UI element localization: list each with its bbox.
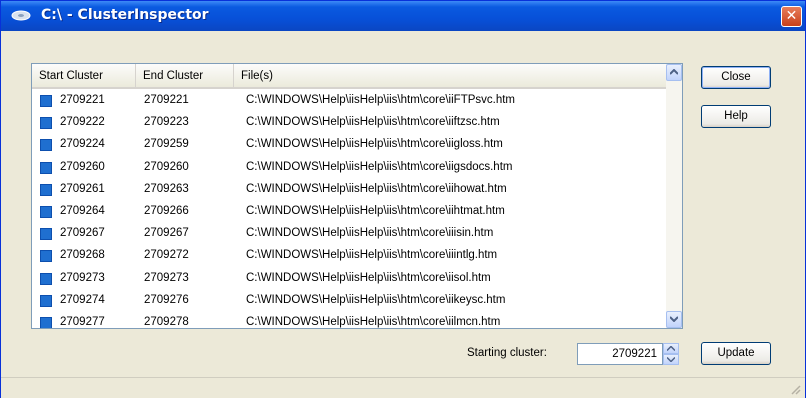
end-cluster-cell: 2709259 [144,138,189,151]
close-button[interactable]: Close [701,66,771,89]
spin-up-button[interactable] [663,343,679,354]
start-cluster-cell: 2709261 [60,182,105,195]
end-cluster-cell: 2709276 [144,293,189,306]
end-cluster-cell: 2709278 [144,316,189,328]
file-path-cell: C:\WINDOWS\Help\iisHelp\iis\htm\core\iiF… [246,94,516,106]
file-path-cell: C:\WINDOWS\Help\iisHelp\iis\htm\core\iih… [246,182,507,195]
column-header-end-cluster[interactable]: End Cluster [136,64,234,87]
scroll-down-arrow-icon [670,316,678,322]
starting-cluster-label: Starting cluster: [467,347,547,359]
status-bar [1,377,805,398]
end-cluster-cell: 2709272 [144,249,189,262]
spin-up-arrow-icon [667,346,675,351]
end-cluster-cell: 2709260 [144,160,189,173]
list-item[interactable]: 2709277 2709278 C:\WINDOWS\Help\iisHelp\ii… [32,313,666,328]
spin-down-arrow-icon [667,357,675,362]
help-button[interactable]: Help [701,105,771,128]
list-item[interactable]: 2709268 2709272 C:\WINDOWS\Help\iisHelp\ii… [32,246,666,266]
start-cluster-cell: 2709268 [60,249,105,262]
cluster-square-icon [40,183,52,196]
column-header-start-cluster[interactable]: Start Cluster [32,64,136,87]
list-item[interactable]: 2709274 2709276 C:\WINDOWS\Help\iisHelp\ii… [32,291,666,311]
start-cluster-cell: 2709221 [60,94,105,106]
list-item[interactable]: 2709224 2709259 C:\WINDOWS\Help\iisHelp\ii… [32,135,666,155]
start-cluster-cell: 2709273 [60,271,105,284]
cluster-square-icon [40,206,52,218]
cluster-list[interactable]: Start Cluster End Cluster File(s) 270922… [31,63,683,329]
start-cluster-cell: 2709267 [60,227,105,240]
close-window-button[interactable]: ✕ [781,6,802,27]
list-item[interactable]: 2709261 2709263 C:\WINDOWS\Help\iisHelp\ii… [32,180,666,200]
scroll-down-button[interactable] [666,311,682,328]
list-item[interactable]: 2709221 2709221 C:\WINDOWS\Help\iisHelp\ii… [32,91,666,111]
cluster-square-icon [40,294,52,307]
file-path-cell: C:\WINDOWS\Help\iisHelp\iis\htm\core\iil… [246,316,501,328]
resize-grip-icon[interactable] [789,383,801,395]
start-cluster-cell: 2709224 [60,138,105,151]
start-cluster-cell: 2709260 [60,160,105,173]
start-cluster-cell: 2709264 [60,205,105,217]
cluster-square-icon [40,317,52,328]
close-button-label: Close [721,71,751,83]
cluster-square-icon [40,250,52,263]
cluster-square-icon [40,161,52,174]
cluster-square-icon [40,272,52,285]
starting-cluster-input[interactable]: 2709221 [577,343,663,365]
file-path-cell: C:\WINDOWS\Help\iisHelp\iis\htm\core\iig… [246,160,513,173]
file-path-cell: C:\WINDOWS\Help\iisHelp\iis\htm\core\iik… [246,293,506,306]
start-cluster-cell: 2709277 [60,316,105,328]
start-cluster-cell: 2709274 [60,293,105,306]
end-cluster-cell: 2709273 [144,271,189,284]
cluster-square-icon [40,117,52,130]
file-path-cell: C:\WINDOWS\Help\iisHelp\iis\htm\core\iih… [246,205,505,217]
file-path-cell: C:\WINDOWS\Help\iisHelp\iis\htm\core\iii… [246,249,498,262]
file-path-cell: C:\WINDOWS\Help\iisHelp\iis\htm\core\iis… [246,271,491,284]
file-path-cell: C:\WINDOWS\Help\iisHelp\iis\htm\core\iii… [246,227,494,240]
spin-down-button[interactable] [663,354,679,365]
end-cluster-cell: 2709267 [144,227,189,240]
drive-icon [11,10,31,21]
cluster-square-icon [40,139,52,152]
column-header-files[interactable]: File(s) [234,64,666,87]
scroll-up-button[interactable] [666,64,682,81]
list-header: Start Cluster End Cluster File(s) [32,64,666,89]
starting-cluster-spinner[interactable] [663,343,679,365]
end-cluster-cell: 2709263 [144,182,189,195]
cluster-inspector-window: C:\ - ClusterInspector ✕ Start Cluster E… [0,0,806,398]
vertical-scrollbar[interactable] [666,64,682,328]
cluster-square-icon [40,228,52,241]
title-bar[interactable]: C:\ - ClusterInspector ✕ [1,1,805,31]
list-item[interactable]: 2709222 2709223 C:\WINDOWS\Help\iisHelp\ii… [32,113,666,133]
list-item[interactable]: 2709273 2709273 C:\WINDOWS\Help\iisHelp\ii… [32,269,666,289]
scroll-up-arrow-icon [670,69,678,75]
end-cluster-cell: 2709223 [144,116,189,129]
update-button-label: Update [717,347,755,359]
help-button-label: Help [724,110,748,122]
update-button[interactable]: Update [701,342,771,365]
list-item[interactable]: 2709267 2709267 C:\WINDOWS\Help\iisHelp\ii… [32,224,666,244]
file-path-cell: C:\WINDOWS\Help\iisHelp\iis\htm\core\iif… [246,116,500,129]
start-cluster-cell: 2709222 [60,116,105,129]
list-item[interactable]: 2709260 2709260 C:\WINDOWS\Help\iisHelp\ii… [32,158,666,178]
list-item[interactable]: 2709264 2709266 C:\WINDOWS\Help\iisHelp\ii… [32,202,666,222]
file-path-cell: C:\WINDOWS\Help\iisHelp\iis\htm\core\iig… [246,138,503,151]
cluster-square-icon [40,95,52,107]
window-title: C:\ - ClusterInspector [41,7,209,23]
end-cluster-cell: 2709221 [144,94,189,106]
end-cluster-cell: 2709266 [144,205,189,217]
